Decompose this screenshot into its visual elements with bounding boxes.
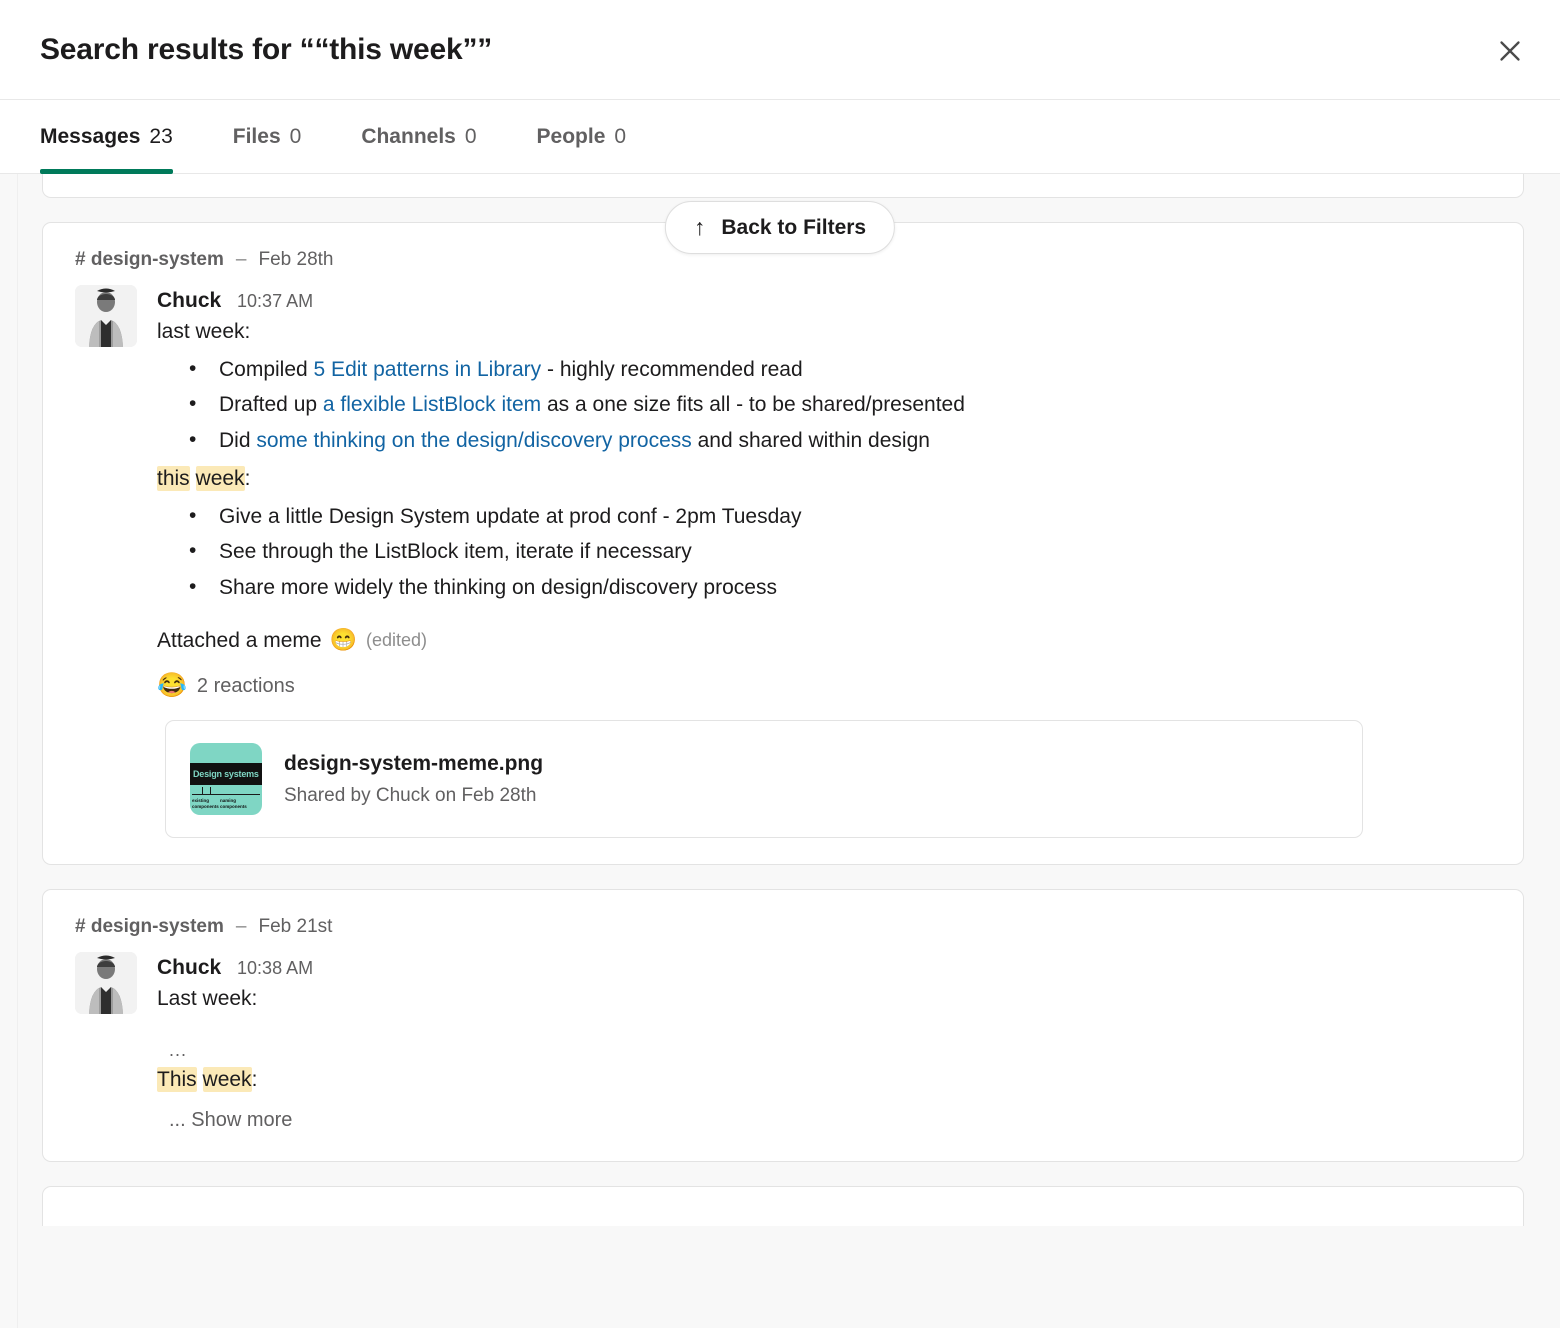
bullet-text-post: and shared within design xyxy=(691,428,930,452)
file-thumbnail: Design systems existing components namin… xyxy=(190,743,262,816)
file-shared-by: Shared by Chuck on Feb 28th xyxy=(284,784,537,806)
arrow-up-icon: ↑ xyxy=(693,214,706,240)
message-time: 10:38 AM xyxy=(237,958,314,979)
reactions-count-label: 2 reactions xyxy=(196,674,295,697)
close-button[interactable] xyxy=(1492,33,1528,69)
tab-files-count: 0 xyxy=(289,125,302,148)
left-gutter xyxy=(0,174,18,1328)
message-text: Last week: ... This week: ... Show more xyxy=(157,983,1493,1135)
bullet-text-post: as a one size fits all - to be shared/pr… xyxy=(541,393,965,417)
bullet-text-post: - highly recommended read xyxy=(541,357,803,381)
thumb-caption-left: existing components xyxy=(192,798,219,809)
tab-messages-count: 23 xyxy=(149,125,173,148)
search-result-card[interactable]: # design-system – Feb 21st Chuck 10:38 A… xyxy=(42,889,1524,1163)
search-result-card[interactable]: # design-system – Feb 28th Chuck 10:37 A… xyxy=(42,222,1524,866)
attached-meme-line: Attached a meme 😁 (edited) xyxy=(157,625,1493,657)
this-week-colon: : xyxy=(244,467,251,491)
search-highlight: week xyxy=(195,466,245,492)
tab-channels-count: 0 xyxy=(464,125,477,148)
tab-messages-label: Messages xyxy=(40,125,141,148)
avatar[interactable] xyxy=(75,952,137,1015)
tab-messages[interactable]: Messages 23 xyxy=(40,100,173,174)
file-name[interactable]: design-system-meme.png xyxy=(284,750,543,778)
file-info: design-system-meme.png Shared by Chuck o… xyxy=(284,750,543,809)
joy-face-icon: 😂 xyxy=(157,672,187,700)
tab-files-label: Files xyxy=(232,125,281,148)
previous-result-card-partial[interactable] xyxy=(42,174,1524,198)
message-row: Chuck 10:37 AM last week: Compiled 5 Edi… xyxy=(75,285,1493,839)
search-tabs: Messages 23 Files 0 Channels 0 People 0 xyxy=(0,100,1560,174)
tab-people-label: People xyxy=(536,125,606,148)
tab-people[interactable]: People 0 xyxy=(537,100,627,174)
grinning-face-icon: 😁 xyxy=(329,627,357,653)
page-title: Search results for ““this week”” xyxy=(40,32,493,66)
search-highlight: This xyxy=(157,1066,197,1092)
reactions-summary[interactable]: 😂 2 reactions xyxy=(157,674,295,698)
this-week-list: Give a little Design System update at pr… xyxy=(157,500,1493,605)
avatar[interactable] xyxy=(75,285,137,347)
bullet-text-pre: Did xyxy=(219,428,257,452)
bullet-link[interactable]: a flexible ListBlock item xyxy=(323,393,541,416)
search-results-list[interactable]: ↑ Back to Filters # design-system – Feb … xyxy=(0,174,1560,1328)
message-header: Chuck 10:37 AM xyxy=(157,287,1493,314)
message-row: Chuck 10:38 AM Last week: ... This week:… xyxy=(75,952,1493,1135)
message-author[interactable]: Chuck xyxy=(157,289,221,312)
result-date: Feb 21st xyxy=(258,916,333,938)
message-header: Chuck 10:38 AM xyxy=(157,954,1493,981)
bullet-text-pre: Drafted up xyxy=(219,393,323,417)
message-body: Chuck 10:37 AM last week: Compiled 5 Edi… xyxy=(157,285,1493,839)
next-result-card-partial[interactable] xyxy=(42,1186,1524,1227)
channel-link[interactable]: # design-system xyxy=(75,249,224,271)
this-week-colon: : xyxy=(251,1067,258,1091)
edited-label: (edited) xyxy=(366,629,428,650)
last-week-heading: last week: xyxy=(157,320,251,344)
list-item: Did some thinking on the design/discover… xyxy=(157,424,1493,458)
result-date: Feb 28th xyxy=(258,249,334,270)
show-more-button[interactable]: ... Show more xyxy=(157,1105,1493,1135)
search-highlight: this xyxy=(157,466,190,492)
back-to-filters-button[interactable]: ↑ Back to Filters xyxy=(664,201,896,254)
attached-meme-text: Attached a meme xyxy=(157,628,322,652)
thumb-rule xyxy=(192,794,260,796)
close-icon xyxy=(1497,38,1523,64)
thumb-title-band: Design systems xyxy=(190,763,262,786)
message-text: last week: Compiled 5 Edit patterns in L… xyxy=(157,316,1493,656)
last-week-list: Compiled 5 Edit patterns in Library - hi… xyxy=(157,353,1493,458)
search-highlight: week xyxy=(202,1066,252,1092)
list-item: See through the ListBlock item, iterate … xyxy=(157,535,1493,569)
message-body: Chuck 10:38 AM Last week: ... This week:… xyxy=(157,952,1493,1135)
truncated-ellipsis: ... xyxy=(169,1039,188,1060)
bullet-link[interactable]: some thinking on the design/discovery pr… xyxy=(256,429,691,452)
tab-people-count: 0 xyxy=(614,125,627,148)
message-time: 10:37 AM xyxy=(237,291,314,311)
channel-link[interactable]: # design-system xyxy=(75,916,224,938)
bullet-text-pre: Compiled xyxy=(219,357,314,381)
this-week-heading: This week: xyxy=(157,1064,1493,1096)
file-attachment-card[interactable]: Design systems existing components namin… xyxy=(165,720,1363,839)
thumb-caption-right: naming components xyxy=(220,798,247,809)
back-to-filters-label: Back to Filters xyxy=(721,215,867,239)
meta-separator: – xyxy=(235,916,247,938)
list-item: Give a little Design System update at pr… xyxy=(157,500,1493,534)
result-meta: # design-system – Feb 21st xyxy=(75,916,1493,938)
message-author[interactable]: Chuck xyxy=(157,956,221,979)
thumb-title-text: Design systems xyxy=(193,769,259,780)
bullet-link[interactable]: 5 Edit patterns in Library xyxy=(314,358,542,381)
meta-separator: – xyxy=(235,249,247,270)
tab-channels[interactable]: Channels 0 xyxy=(361,100,476,174)
last-week-heading: Last week: xyxy=(157,987,258,1011)
search-results-header: Search results for ““this week”” xyxy=(0,0,1560,100)
tab-files[interactable]: Files 0 xyxy=(233,100,302,174)
this-week-heading: this week: xyxy=(157,463,1493,495)
tab-channels-label: Channels xyxy=(361,125,456,148)
list-item: Share more widely the thinking on design… xyxy=(157,571,1493,605)
list-item: Compiled 5 Edit patterns in Library - hi… xyxy=(157,353,1493,387)
list-item: Drafted up a flexible ListBlock item as … xyxy=(157,388,1493,422)
